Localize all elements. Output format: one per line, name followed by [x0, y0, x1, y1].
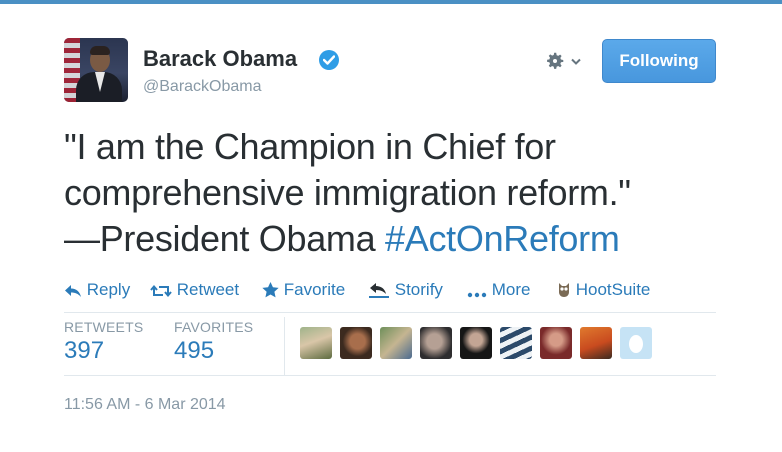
tweet-line-3: —President Obama #ActOnReform [64, 216, 744, 262]
reply-action[interactable]: Reply [64, 277, 130, 303]
stats-separator [284, 317, 285, 375]
avatar-hair [90, 46, 110, 55]
gear-icon [547, 52, 564, 69]
favorites-label: FAVORITES [174, 319, 254, 335]
verified-badge-icon [319, 50, 339, 70]
favorites-count: 495 [174, 337, 215, 364]
favoriter-avatar[interactable] [340, 327, 372, 359]
tweet-attribution: —President Obama [64, 218, 386, 259]
tweet-stats: RETWEETS 397 FAVORITES 495 [64, 317, 716, 375]
favoriter-avatar[interactable] [380, 327, 412, 359]
chevron-down-icon [571, 58, 581, 65]
favoriter-avatar[interactable] [460, 327, 492, 359]
author-name[interactable]: Barack Obama [143, 46, 297, 72]
star-icon [262, 282, 279, 298]
hootsuite-label: HootSuite [575, 280, 651, 299]
favoriter-avatar[interactable] [540, 327, 572, 359]
favorite-action[interactable]: Favorite [262, 277, 345, 303]
reply-label: Reply [86, 280, 131, 299]
favoriter-avatar[interactable] [500, 327, 532, 359]
default-egg-icon [629, 335, 643, 353]
stats-top-divider [64, 312, 716, 313]
retweet-label: Retweet [176, 280, 240, 299]
hootsuite-action[interactable]: HootSuite [557, 277, 650, 303]
user-actions-menu[interactable] [544, 52, 584, 72]
more-action[interactable]: More [467, 277, 530, 303]
tweet-line-1: "I am the Champion in Chief for [64, 126, 556, 167]
tweet-timestamp[interactable]: 11:56 AM - 6 Mar 2014 [64, 396, 226, 414]
storify-action[interactable]: Storify [368, 277, 443, 303]
storify-label: Storify [394, 280, 443, 299]
tweet-text: "I am the Champion in Chief for comprehe… [64, 124, 744, 262]
more-label: More [491, 280, 531, 299]
author-handle[interactable]: @BarackObama [143, 77, 262, 97]
following-button[interactable]: Following [602, 39, 716, 83]
stats-bottom-divider [64, 375, 716, 376]
retweets-count: 397 [64, 337, 105, 364]
hashtag-link[interactable]: #ActOnReform [385, 218, 620, 259]
favoriter-avatar[interactable] [580, 327, 612, 359]
tweet-line-2: comprehensive immigration reform." [64, 172, 631, 213]
favorite-label: Favorite [283, 280, 346, 299]
retweet-icon [150, 284, 172, 298]
favoriter-avatar[interactable] [300, 327, 332, 359]
more-dots-icon [467, 292, 487, 298]
retweet-action[interactable]: Retweet [150, 277, 239, 303]
reply-icon [65, 285, 81, 297]
retweets-label: RETWEETS [64, 319, 144, 335]
top-accent-bar [0, 0, 782, 4]
author-avatar[interactable] [64, 38, 128, 102]
favoriter-avatar[interactable] [420, 327, 452, 359]
favoriter-avatar[interactable] [620, 327, 652, 359]
hootsuite-owl-icon [559, 283, 569, 297]
storify-icon [369, 283, 389, 298]
